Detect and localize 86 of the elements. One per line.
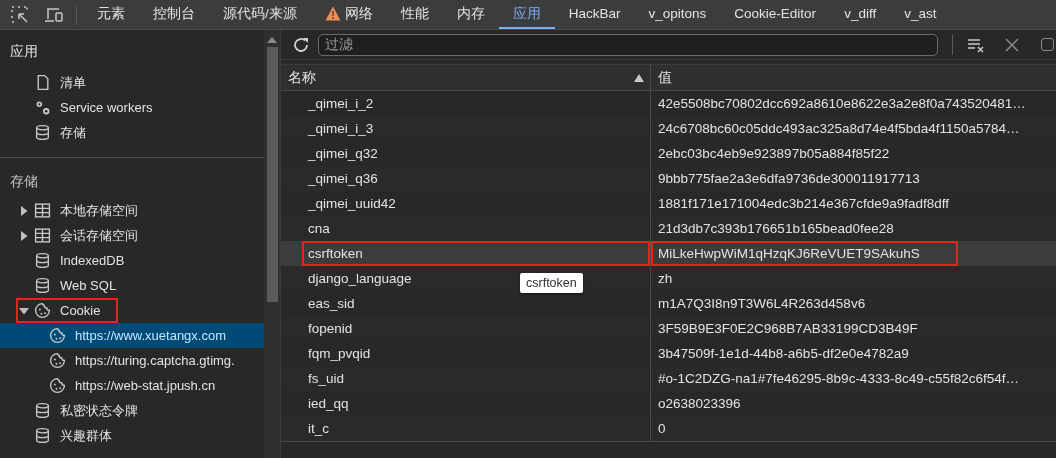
sidebar-item[interactable]: Cookie [0,298,264,323]
cookie-value: 21d3db7c393b176651b165bead0fee28 [657,220,895,238]
checkbox[interactable] [1041,38,1054,51]
cookie-name: csrftoken [302,241,650,266]
cookie-name: _qimei_i_2 [306,95,375,113]
scrollbar-thumb[interactable] [266,47,278,302]
devtools-tab[interactable]: HackBar [554,0,635,29]
gears-icon [34,99,51,116]
filter-field[interactable]: 过滤 [318,33,938,56]
scroll-up-icon[interactable] [267,36,277,44]
database-icon [34,277,51,294]
column-label: 名称 [288,68,317,87]
cookie-name: it_c [307,420,330,438]
cookie-name: _qimei_q36 [306,170,379,188]
grid-icon [34,227,51,244]
cookie-value: 3b47509f-1e1d-44b8-a6b5-df2e0e4782a9 [657,345,910,363]
cookie-value: 0 [657,420,667,438]
section-title: 存储 [9,173,39,191]
sidebar-item[interactable]: Web SQL [0,273,264,298]
devtools-tab[interactable]: 源代码/来源 [209,0,311,29]
cookie-icon [49,377,66,394]
devtools-tab[interactable]: v_diff [830,0,891,29]
column-header[interactable]: 值 [651,65,1056,90]
cookie-value: 24c6708bc60c05ddc493ac325a8d74e4f5bda4f1150a5784… [657,120,1021,138]
devtools-tab[interactable]: v_opitons [634,0,721,29]
annotation-frame: Cookie [16,298,119,323]
database-icon [34,427,51,444]
cookie-value: m1A7Q3I8n9T3W6L4R263d458v6 [657,295,867,313]
column-header[interactable]: 名称 [281,65,651,90]
cookie-name: ied_qq [307,395,350,413]
collapse-arrow-icon[interactable] [18,204,30,217]
cookie-name: fopenid [307,320,354,338]
cookie-value: MiLkeHwpWiM1qHzqKJ6ReVUET9SAkuhS [651,241,958,266]
cookie-icon [49,327,66,344]
cookie-icon [49,352,66,369]
devtools-tab[interactable]: 元素 [83,0,139,29]
cookie-icon [34,302,51,319]
grid-icon [34,202,51,219]
cookie-name: django_language [307,270,413,288]
section-title: 应用 [9,43,39,61]
devtools-tab[interactable]: 网络 [310,0,387,29]
cookie-name: _qimei_q32 [306,145,379,163]
scrollbar[interactable] [264,30,280,458]
sidebar-item[interactable]: 本地存储空间 [0,198,264,223]
devtools-tab[interactable]: 应用 [498,0,555,29]
devtools-tab[interactable]: 内存 [442,0,499,29]
sidebar-item[interactable]: https://turing.captcha.gtimg. [0,348,264,373]
devtools-tab[interactable]: Cookie-Editor [720,0,831,29]
sidebar-item[interactable]: https://web-stat.jpush.cn [0,373,264,398]
cookie-name: _qimei_uuid42 [306,195,397,213]
collapse-arrow-icon[interactable] [18,229,30,242]
cookie-value: 3F59B9E3F0E2C968B7AB33199CD3B49F [657,320,919,338]
inspect-icon[interactable] [10,4,30,25]
clear-all-icon[interactable] [967,36,985,53]
cookie-value: 2ebc03bc4eb9e923897b05a884f85f22 [657,145,891,163]
database-icon [34,124,51,141]
cookie-name: _qimei_i_3 [306,120,375,138]
cookie-value: zh [657,270,674,288]
column-label: 值 [658,68,673,87]
sidebar-item[interactable]: https://www.xuetangx.com [0,323,264,348]
devtools-tab[interactable]: v_ast [890,0,951,29]
sidebar-item[interactable]: 清单 [0,70,264,95]
database-icon [34,402,51,419]
refresh-icon[interactable] [292,35,310,54]
devtools-tab[interactable]: 性能 [386,0,443,29]
sidebar-item[interactable]: 兴趣群体 [0,423,264,448]
sidebar-item[interactable]: IndexedDB [0,248,264,273]
cookie-name: cna [307,220,331,238]
cookie-value: o2638023396 [657,395,742,413]
sidebar-item[interactable]: Service workers [0,95,264,120]
sidebar-item[interactable]: 私密状态令牌 [0,398,264,423]
cookie-value: 9bbb775fae2a3e6dfa9736de300011917713 [657,170,921,188]
cookie-name: fs_uid [307,370,346,388]
sidebar-item[interactable]: 会话存储空间 [0,223,264,248]
cookie-name: fqm_pvqid [307,345,372,363]
tooltip: csrftoken [520,273,583,293]
devtools-tab[interactable]: 控制台 [139,0,209,29]
cookie-value: 42e5508bc70802dcc692a8610e8622e3a2e8f0a743520481… [657,95,1027,113]
sidebar-item[interactable]: 存储 [0,120,264,145]
database-icon [34,252,51,269]
cookie-value: 1881f171e171004edc3b214e367cfde9a9fadf8dff [657,195,951,213]
cookie-row[interactable]: csrftoken MiLkeHwpWiM1qHzqKJ6ReVUET9SAkuhS [281,241,1056,266]
cookie-value: #o-1C2DZG-na1#7fe46295-8b9c-4333-8c49-c55f82c6f54f… [657,370,1020,388]
cookie-name: eas_sid [307,295,356,313]
close-icon[interactable] [1003,36,1021,53]
warning-icon [324,6,341,21]
